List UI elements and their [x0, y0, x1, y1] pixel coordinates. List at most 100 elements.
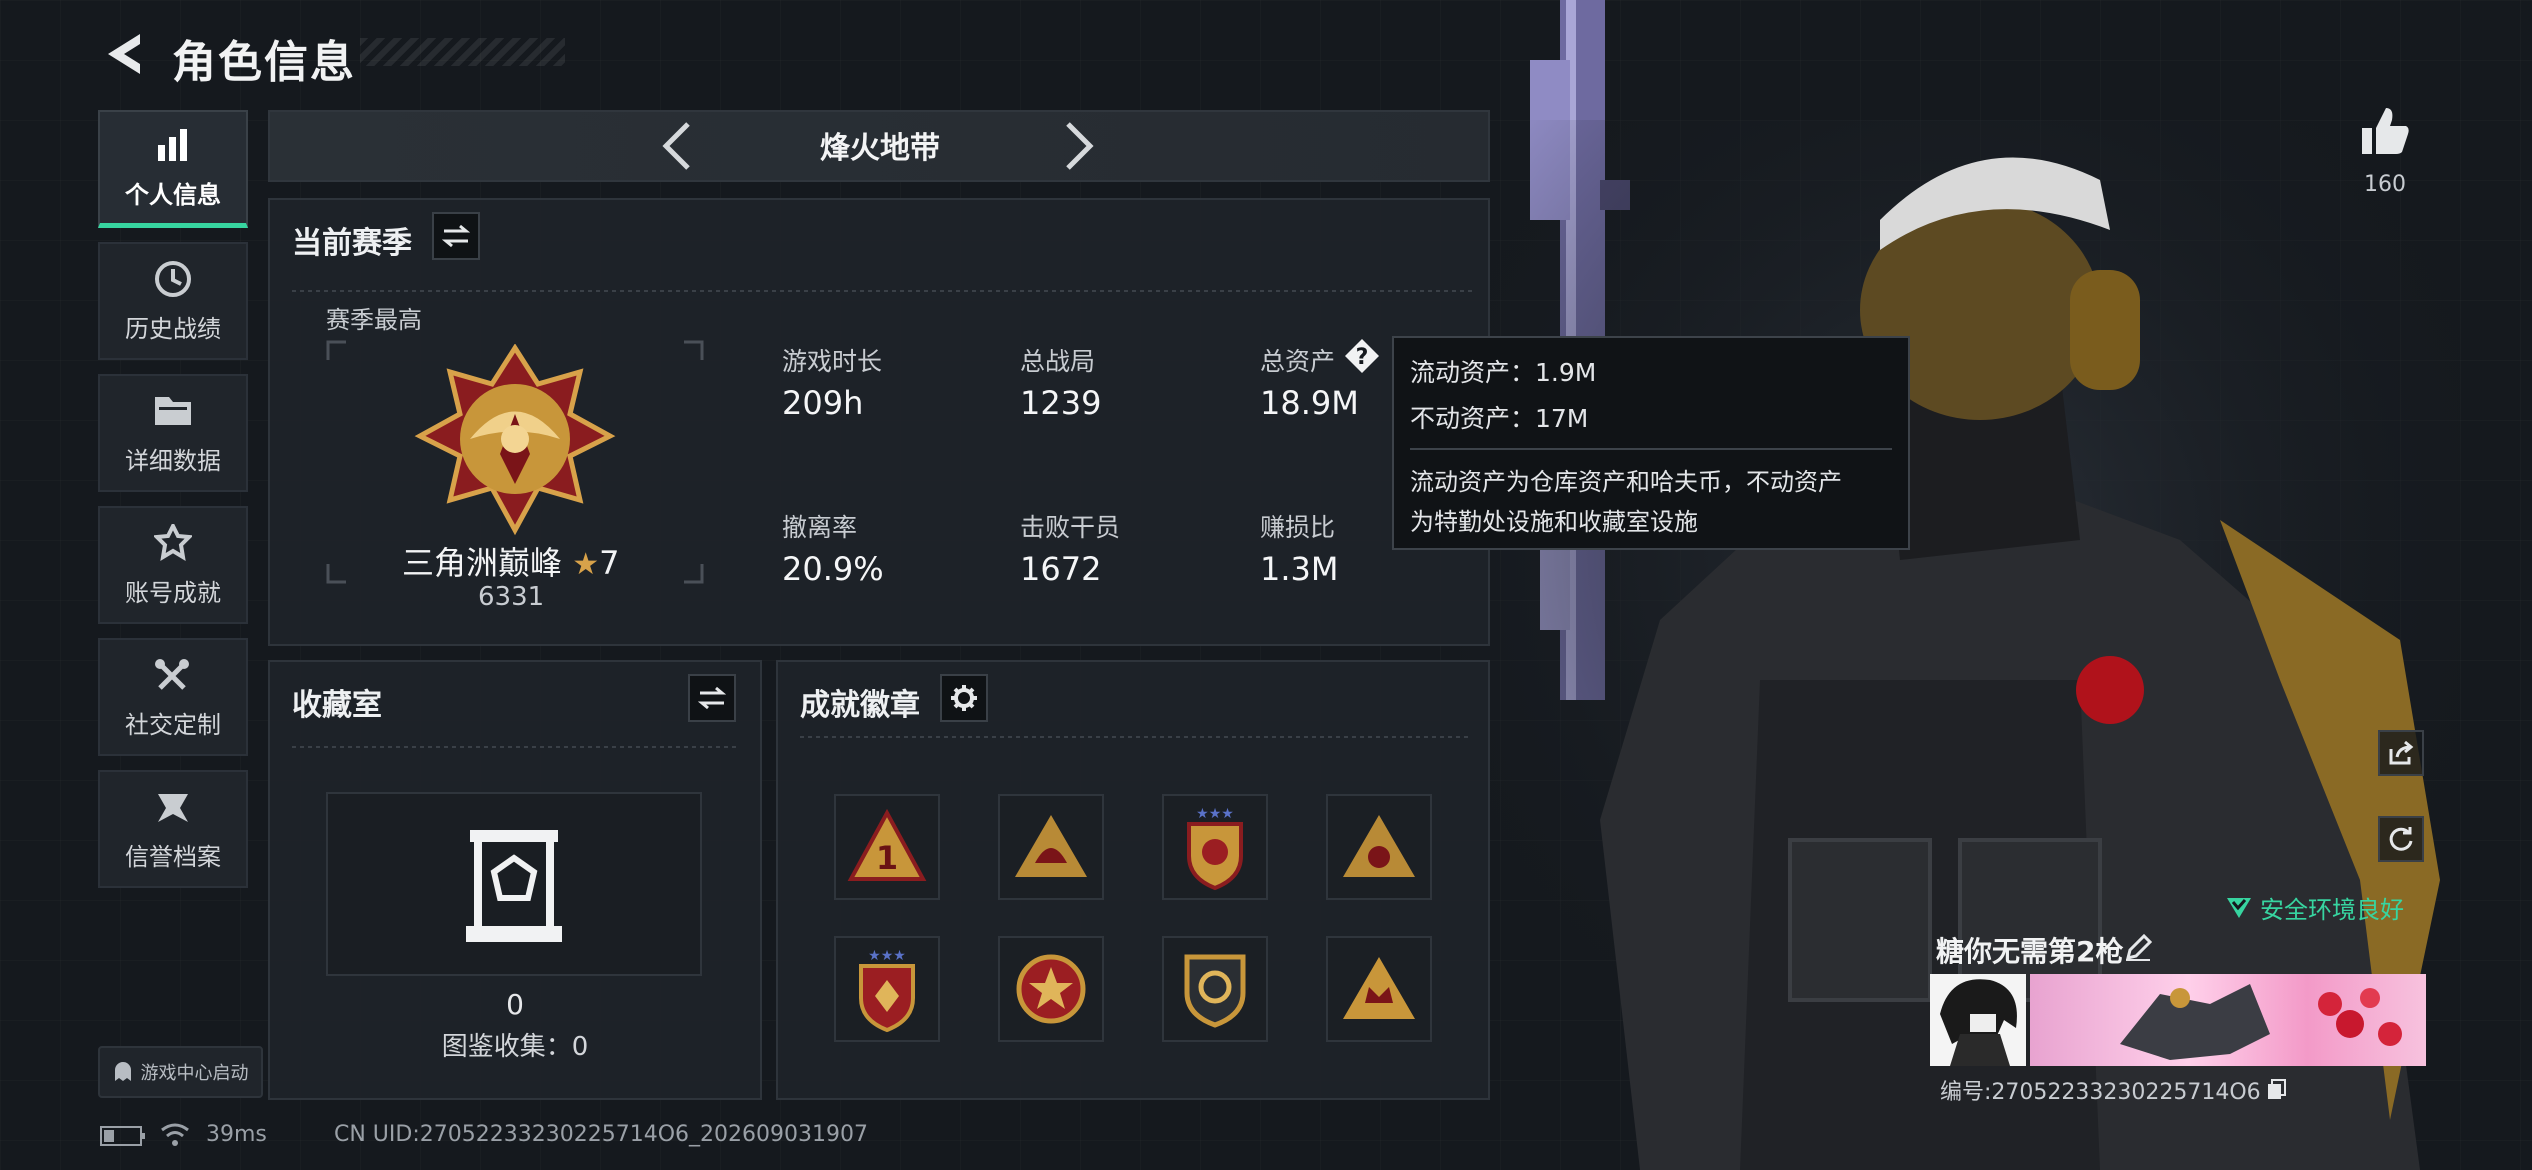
like-count: 160 [2364, 172, 2406, 197]
rank-emblem-icon [414, 344, 616, 536]
player-id-text: 编号:27052233230225714O6 [1940, 1080, 2261, 1105]
stat-value-kills: 1672 [1020, 550, 1102, 588]
sidebar-item-history[interactable]: 历史战绩 [98, 242, 248, 360]
clock-icon [153, 259, 193, 299]
rank-name: 三角洲巅峰 ★7 [402, 538, 619, 584]
swap-icon [442, 224, 470, 248]
next-mode-arrow-icon[interactable] [1062, 120, 1096, 172]
question-icon: ? [1345, 339, 1379, 373]
badge-slot-1[interactable]: 1 [834, 794, 940, 900]
credit-icon [153, 787, 193, 827]
sidebar-item-label: 社交定制 [125, 710, 221, 739]
stat-label-assets: 总资产 [1260, 347, 1336, 376]
sidebar-item-achievements[interactable]: 账号成就 [98, 506, 248, 624]
badge-shield-stars-icon: ★★★ [1187, 806, 1243, 891]
banner-card[interactable] [2030, 974, 2426, 1066]
sidebar-item-label: 信誉档案 [125, 842, 221, 871]
section-divider [800, 736, 1468, 738]
avatar[interactable] [1930, 974, 2026, 1066]
assets-help-button[interactable]: ? [1344, 338, 1380, 374]
rank-name-text: 三角洲巅峰 [402, 544, 563, 582]
stat-label-extraction-rate: 撤离率 [782, 513, 858, 542]
game-center-launch-button[interactable]: 游戏中心启动 [98, 1046, 263, 1098]
stat-label-profit-ratio: 赚损比 [1260, 513, 1336, 542]
badges-title: 成就徽章 [800, 688, 920, 723]
swap-icon [698, 686, 726, 710]
tooltip-description-line2: 为特勤处设施和收藏室设施 [1410, 508, 1698, 536]
uid-text: CN UID:27052233230225714O6_20260903190​7 [334, 1122, 868, 1147]
banner-art [2120, 984, 2402, 1060]
mode-name: 烽火地带 [820, 131, 940, 166]
tooltip-liquid-assets: 流动资产：1.9M [1410, 358, 1597, 387]
tooltip-fixed-assets: 不动资产：17M [1410, 404, 1589, 433]
current-season-title: 当前赛季 [292, 226, 412, 261]
page-title: 角色信息 [172, 37, 356, 88]
bar-chart-icon [153, 125, 193, 165]
achievement-icon [153, 523, 193, 563]
badge-flower-icon [1343, 815, 1415, 877]
tools-icon [153, 655, 193, 695]
copy-icon[interactable] [2267, 1079, 2287, 1101]
badge-1-icon: 1 [847, 808, 927, 881]
badges-settings-button[interactable] [940, 674, 988, 722]
stat-value-matches: 1239 [1020, 384, 1102, 422]
rank-score: 6331 [478, 582, 545, 612]
share-button[interactable] [2378, 730, 2424, 776]
sidebar-item-social[interactable]: 社交定制 [98, 638, 248, 756]
section-divider [292, 746, 740, 748]
ghost-icon [114, 1062, 131, 1081]
section-divider [292, 290, 1472, 292]
badge-medal-icon [1016, 954, 1086, 1024]
refresh-icon [2389, 827, 2413, 851]
sidebar-item-personal-info[interactable]: 个人信息 [98, 110, 248, 228]
svg-text:★★★: ★★★ [868, 948, 906, 964]
back-icon[interactable] [100, 28, 146, 80]
badge-slot-3[interactable]: ★★★ [1162, 794, 1268, 900]
badge-slot-7[interactable] [1162, 936, 1268, 1042]
season-switch-button[interactable] [432, 212, 480, 260]
badge-slot-4[interactable] [1326, 794, 1432, 900]
sidebar-item-label: 个人信息 [125, 181, 221, 209]
stat-label-matches: 总战局 [1020, 347, 1096, 376]
stat-label-playtime: 游戏时长 [782, 347, 883, 376]
stat-value-profit-ratio: 1.3M [1260, 550, 1339, 588]
prev-mode-arrow-icon[interactable] [660, 120, 694, 172]
rank-star-icon: ★ [572, 547, 600, 582]
gear-icon [951, 685, 977, 711]
battery-icon [100, 1126, 145, 1146]
svg-text:1: 1 [876, 839, 898, 877]
share-icon [2389, 740, 2414, 765]
badge-shield-diamond-icon: ★★★ [859, 948, 915, 1033]
badge-slot-2[interactable] [998, 794, 1104, 900]
player-name: 糖你无需第2枪 [1936, 935, 2124, 968]
badge-helmet-icon [1015, 815, 1087, 877]
player-id: 编号:27052233230225714O6 [1940, 1074, 2287, 1106]
edit-icon[interactable] [2124, 934, 2152, 962]
security-status-text: 安全环境良好 [2260, 896, 2404, 924]
season-best-label: 赛季最高 [326, 306, 422, 334]
badge-slot-6[interactable] [998, 936, 1104, 1042]
title-decoration [360, 38, 565, 66]
launch-label: 游戏中心启动 [140, 1063, 249, 1084]
sidebar-item-label: 详细数据 [125, 446, 221, 475]
collection-switch-button[interactable] [688, 674, 736, 722]
avatar-image [1940, 979, 2017, 1066]
svg-text:?: ? [1356, 345, 1369, 370]
badge-slot-5[interactable]: ★★★ [834, 936, 940, 1042]
badge-gear-shield-icon [1184, 954, 1246, 1028]
like-icon[interactable] [2358, 104, 2412, 158]
rank-stars: 7 [599, 544, 620, 582]
svg-text:★★★: ★★★ [1196, 806, 1234, 822]
badge-slot-8[interactable] [1326, 936, 1432, 1042]
refresh-button[interactable] [2378, 816, 2424, 862]
tooltip-divider [1410, 448, 1892, 450]
tooltip-description-line1: 流动资产为仓库资产和哈夫币，不动资产 [1410, 468, 1842, 496]
collection-count: 0 [506, 988, 524, 1021]
sidebar-item-credit[interactable]: 信誉档案 [98, 770, 248, 888]
stat-value-extraction-rate: 20.9% [782, 550, 884, 588]
sidebar-item-label: 历史战绩 [125, 314, 221, 343]
stat-value-assets: 18.9M [1260, 384, 1359, 422]
sidebar-item-details[interactable]: 详细数据 [98, 374, 248, 492]
sidebar-item-label: 账号成就 [125, 578, 221, 607]
display-case-icon [466, 830, 562, 942]
